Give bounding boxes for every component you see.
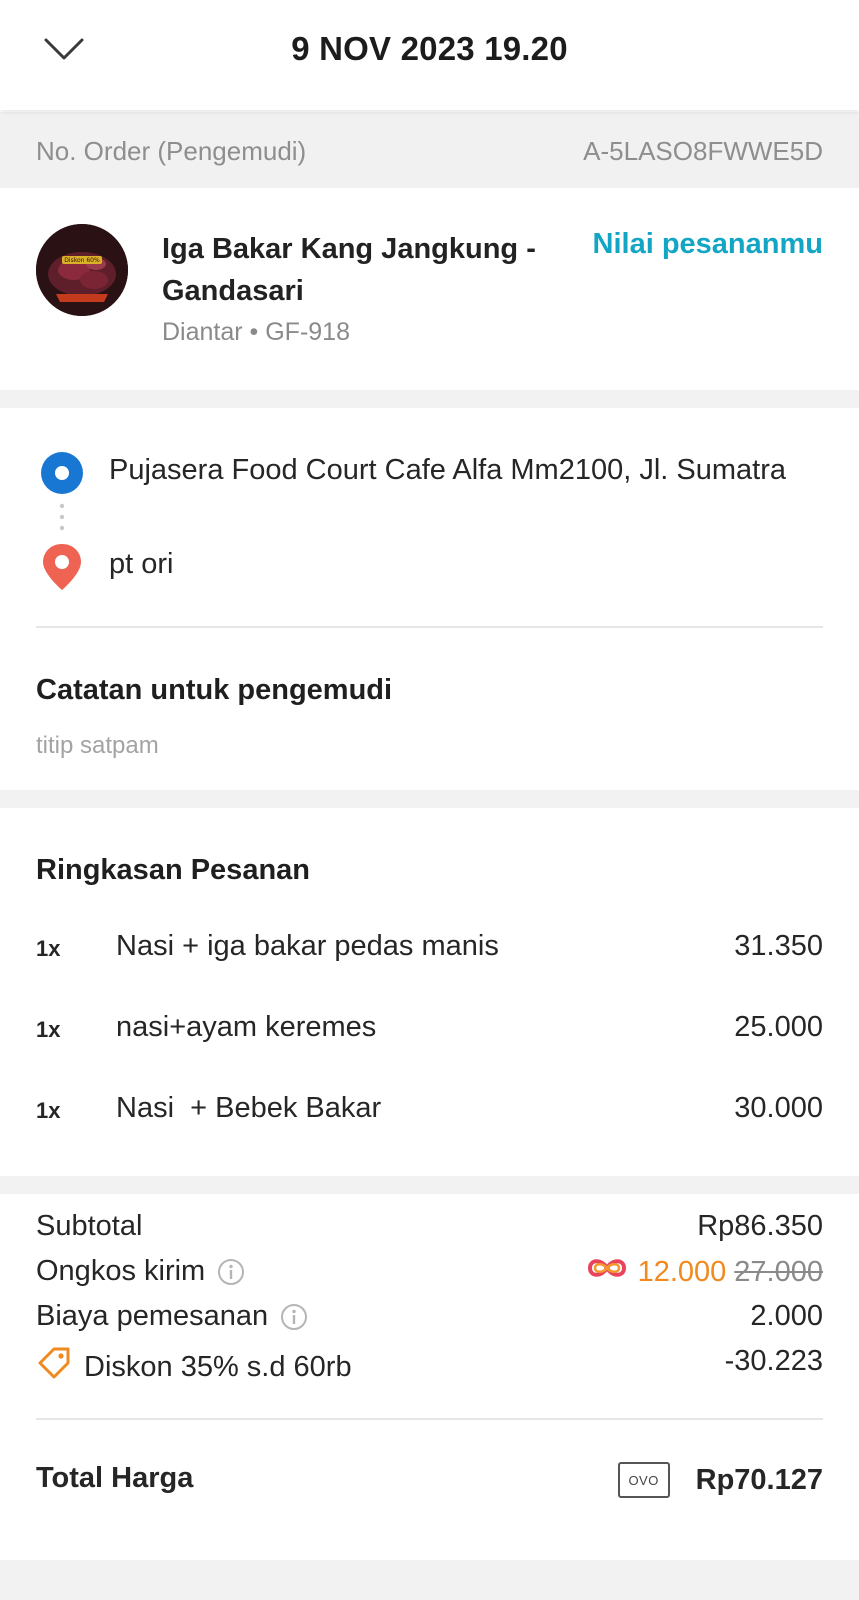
item-name: Nasi + Bebek Bakar — [116, 1092, 382, 1124]
subtotal-value: Rp86.350 — [697, 1210, 823, 1242]
merchant-name: Iga Bakar Kang Jangkung - Gandasari — [162, 233, 536, 307]
destination-pin-icon — [41, 542, 83, 592]
order-number-value[interactable]: A-5LASO8FWWE5D — [583, 136, 823, 167]
delivery-fee-discounted: 12.000 — [637, 1255, 727, 1288]
total-price-label: Total Harga — [36, 1462, 194, 1494]
order-number-label: No. Order (Pengemudi) — [36, 136, 307, 166]
subtotal-label: Subtotal — [36, 1210, 143, 1242]
rate-order-link[interactable]: Nilai pesananmu — [593, 228, 823, 261]
total-price-value: Rp70.127 — [695, 1463, 823, 1496]
delivery-fee-row: Ongkos kirim 12.000 27.000 — [0, 1255, 859, 1295]
driver-note-title: Catatan untuk pengemudi — [36, 674, 393, 706]
order-number-bar: No. Order (Pengemudi) A-5LASO8FWWE5D — [0, 112, 859, 188]
origin-pin-icon — [41, 452, 83, 494]
delivery-fee-value-group: 12.000 27.000 — [584, 1255, 823, 1289]
totals-divider — [36, 1418, 823, 1420]
order-fee-label-group: Biaya pemesanan — [36, 1300, 308, 1333]
total-price-row: Total Harga OVO Rp70.127 — [0, 1462, 859, 1502]
route-section: Pujasera Food Court Cafe Alfa Mm2100, Jl… — [0, 408, 859, 628]
origin-address: Pujasera Food Court Cafe Alfa Mm2100, Jl… — [109, 454, 786, 486]
item-qty: 1x — [36, 936, 61, 961]
delivery-fee-label: Ongkos kirim — [36, 1255, 206, 1287]
total-price-group: OVO Rp70.127 — [617, 1462, 823, 1498]
bottom-divider — [0, 1560, 859, 1600]
discount-label-group: Diskon 35% s.d 60rb — [36, 1345, 352, 1389]
driver-note-section: Catatan untuk pengemudi titip satpam — [0, 628, 859, 790]
merchant-avatar: Diskon 60% — [36, 224, 128, 316]
ovo-payment-icon: OVO — [617, 1462, 670, 1498]
info-icon[interactable] — [217, 1258, 245, 1286]
order-fee-value: 2.000 — [750, 1300, 823, 1332]
order-item: 1x Nasi + Bebek Bakar 30.000 — [0, 1092, 859, 1132]
page-title: 9 NOV 2023 19.20 — [291, 30, 568, 67]
item-price: 30.000 — [734, 1092, 823, 1124]
discount-tag-icon — [36, 1345, 72, 1389]
item-name: Nasi + iga bakar pedas manis — [116, 930, 499, 962]
item-price: 25.000 — [734, 1011, 823, 1043]
route-dots — [59, 502, 65, 532]
discount-label: Diskon 35% s.d 60rb — [84, 1350, 352, 1383]
discount-row: Diskon 35% s.d 60rb -30.223 — [0, 1345, 859, 1385]
payment-details-section: Subtotal Rp86.350 Ongkos kirim 12.000 27… — [0, 1194, 859, 1560]
order-summary-title: Ringkasan Pesanan — [36, 854, 310, 886]
item-qty: 1x — [36, 1098, 61, 1123]
section-divider — [0, 1176, 859, 1194]
order-item: 1x Nasi + iga bakar pedas manis 31.350 — [0, 930, 859, 970]
order-fee-label: Biaya pemesanan — [36, 1300, 269, 1332]
svg-text:Diskon 60%: Diskon 60% — [64, 257, 100, 264]
delivery-fee-original: 27.000 — [734, 1255, 823, 1288]
item-price: 31.350 — [734, 930, 823, 962]
info-icon[interactable] — [280, 1303, 308, 1331]
order-fee-row: Biaya pemesanan 2.000 — [0, 1300, 859, 1340]
delivery-fee-label-group: Ongkos kirim — [36, 1255, 245, 1288]
merchant-subtitle: Diantar • GF-918 — [162, 318, 350, 346]
discount-value: -30.223 — [724, 1345, 823, 1377]
item-qty: 1x — [36, 1017, 61, 1042]
section-divider — [0, 390, 859, 408]
section-divider — [0, 790, 859, 808]
destination-address: pt ori — [109, 548, 174, 580]
subtotal-row: Subtotal Rp86.350 — [0, 1210, 859, 1250]
merchant-section: Diskon 60% Iga Bakar Kang Jangkung - Gan… — [0, 188, 859, 390]
header-bar: 9 NOV 2023 19.20 — [0, 0, 859, 110]
driver-note-text: titip satpam — [36, 732, 159, 759]
order-item: 1x nasi+ayam keremes 25.000 — [0, 1011, 859, 1051]
order-summary-section: Ringkasan Pesanan 1x Nasi + iga bakar pe… — [0, 808, 859, 1176]
subscription-infinity-icon — [584, 1255, 630, 1289]
item-name: nasi+ayam keremes — [116, 1011, 377, 1043]
